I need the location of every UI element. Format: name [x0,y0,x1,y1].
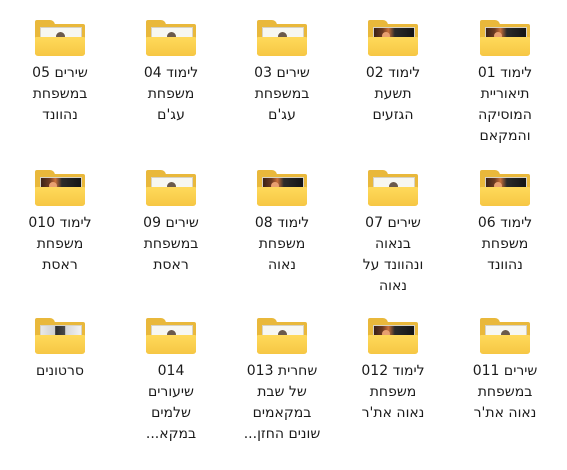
folder-item[interactable]: שחרית 013 של שבת במקאמים שונים החזן... [230,318,334,445]
folder-name-line: שירים 05 [32,65,88,81]
folder-name-line: נהוונד [487,257,523,273]
folder-name-line: משפחת [258,236,306,252]
folder-icon [257,318,307,354]
folder-name-line: משפחת [481,236,529,252]
folder-name-line: שלמים [151,405,191,421]
folder-name: סרטונים [8,361,112,382]
folder-item[interactable]: שירים 05 במשפחת נהוונד [8,20,112,126]
folder-name-line: במשפחת [143,236,199,252]
folder-name-line: לימוד 012 [361,363,425,379]
folder-name-line: והמקאם [479,128,531,144]
folder-name-line: הגזעים [372,107,414,123]
folder-name: שירים 03 במשפחת עג'ם [230,63,334,126]
folder-name-line: במשפחת [254,86,310,102]
folder-item[interactable]: שירים 09 במשפחת ראסת [119,170,223,276]
folder-icon [146,170,196,206]
folder-name: שחרית 013 של שבת במקאמים שונים החזן... [230,361,334,445]
folder-item[interactable]: שירים 011 במשפחת נאוה את'ר [453,318,557,424]
folder-name-line: נאוה [379,278,407,294]
folder-name-line: של שבת [257,384,307,400]
folder-name-line: בנאוה [374,236,412,252]
folder-name: לימוד 04 משפחת עג'ם [119,63,223,126]
folder-name: לימוד 06 משפחת נהוונד [453,213,557,276]
folder-name-line: נהוונד [42,107,78,123]
folder-name-line: במקא... [145,426,197,442]
folder-icon [368,318,418,354]
folder-icon [146,20,196,56]
folder-item[interactable]: לימוד 01 תיאוריית המוסיקה והמקאם [453,20,557,147]
folder-name-line: משפחת [147,86,195,102]
folder-name-line: ראסת [42,257,78,273]
folder-item[interactable]: לימוד 08 משפחת נאוה [230,170,334,276]
folder-name-line: נאוה [268,257,296,273]
folder-name: לימוד 02 תשעת הגזעים [341,63,445,126]
folder-item[interactable]: לימוד 04 משפחת עג'ם [119,20,223,126]
folder-name-line: שחרית 013 [246,363,318,379]
folder-name-line: נאוה את'ר [473,405,537,421]
folder-name-line: משפחת [36,236,84,252]
folder-item[interactable]: לימוד 010 משפחת ראסת [8,170,112,276]
folder-name-line: 014 [157,363,185,379]
folder-name-line: משפחת [369,384,417,400]
folder-name-line: המוסיקה [478,107,532,123]
folder-name: לימוד 012 משפחת נאוה את'ר [341,361,445,424]
folder-icon [35,170,85,206]
folder-name-line: עג'ם [157,107,185,123]
folder-name-line: לימוד 01 [477,65,533,81]
folder-icon [257,170,307,206]
folder-icon [480,170,530,206]
folder-name-line: נאוה את'ר [361,405,425,421]
folder-name-line: שירים 03 [254,65,310,81]
folder-name-line: לימוד 08 [254,215,310,231]
folder-name-line: לימוד 010 [28,215,92,231]
folder-item[interactable]: שירים 07 בנאוה ונהוונד על נאוה [341,170,445,297]
folder-name-line: ראסת [153,257,189,273]
folder-item[interactable]: סרטונים [8,318,112,382]
folder-name: לימוד 010 משפחת ראסת [8,213,112,276]
folder-name-line: לימוד 06 [477,215,533,231]
folder-name-line: במקאמים [252,405,312,421]
folder-name-line: במשפחת [477,384,533,400]
folder-name-line: שיעורים [148,384,194,400]
folder-name-line: לימוד 04 [143,65,199,81]
folder-name-line: שונים החזן... [243,426,321,442]
folder-item[interactable]: 014 שיעורים שלמים במקא... [119,318,223,445]
folder-name-line: שירים 011 [472,363,538,379]
folder-name: שירים 07 בנאוה ונהוונד על נאוה [341,213,445,297]
folder-icon [368,20,418,56]
folder-name-line: עג'ם [268,107,296,123]
folder-name-line: לימוד 02 [365,65,421,81]
folder-item[interactable]: לימוד 02 תשעת הגזעים [341,20,445,126]
folder-icon [35,318,85,354]
folder-icon [368,170,418,206]
folder-name-line: שירים 07 [365,215,421,231]
folder-icon [480,20,530,56]
folder-name: 014 שיעורים שלמים במקא... [119,361,223,445]
folder-icon [257,20,307,56]
folder-name-line: ונהוונד על [362,257,424,273]
folder-grid: לימוד 01 תיאוריית המוסיקה והמקאם לימוד 02 תשע… [0,0,567,470]
folder-icon [146,318,196,354]
folder-name: שירים 05 במשפחת נהוונד [8,63,112,126]
folder-name: לימוד 08 משפחת נאוה [230,213,334,276]
folder-icon [480,318,530,354]
folder-item[interactable]: שירים 03 במשפחת עג'ם [230,20,334,126]
folder-name-line: תשעת [374,86,412,102]
folder-name-line: שירים 09 [143,215,199,231]
folder-name: שירים 09 במשפחת ראסת [119,213,223,276]
folder-name-line: במשפחת [32,86,88,102]
folder-name: שירים 011 במשפחת נאוה את'ר [453,361,557,424]
folder-name-line: סרטונים [36,363,84,379]
folder-name-line: תיאוריית [480,86,530,102]
folder-name: לימוד 01 תיאוריית המוסיקה והמקאם [453,63,557,147]
folder-icon [35,20,85,56]
folder-item[interactable]: לימוד 012 משפחת נאוה את'ר [341,318,445,424]
folder-item[interactable]: לימוד 06 משפחת נהוונד [453,170,557,276]
